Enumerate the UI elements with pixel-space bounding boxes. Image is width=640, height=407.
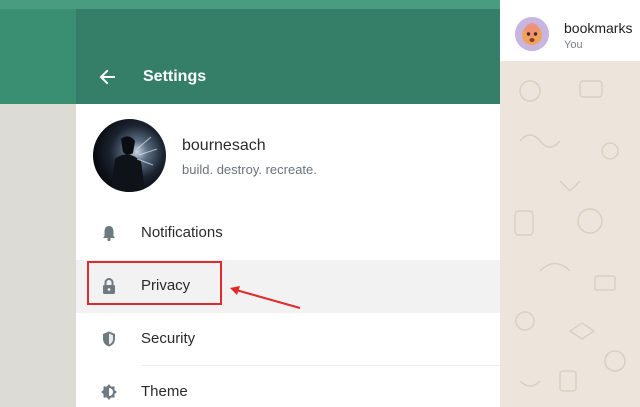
chat-subtitle: You — [564, 39, 583, 51]
bell-icon — [103, 226, 115, 242]
settings-header: Settings — [76, 9, 500, 104]
menu-item-label: Notifications — [141, 224, 223, 241]
emoji-avatar-icon — [515, 17, 549, 51]
menu-item-label: Theme — [141, 383, 188, 400]
menu-item-theme[interactable]: Theme — [76, 366, 500, 407]
chat-name: bookmarks — [564, 20, 633, 36]
profile-status: build. destroy. recreate. — [182, 162, 317, 177]
menu-item-label: Security — [141, 330, 196, 347]
menu-item-notifications[interactable]: Notifications — [76, 207, 500, 260]
back-arrow-icon[interactable] — [98, 68, 116, 86]
chat-area: bookmarks You — [500, 0, 640, 407]
profile-name: bournesach — [182, 137, 266, 154]
chat-list-item[interactable]: bookmarks You — [500, 0, 640, 61]
avatar[interactable] — [93, 119, 166, 192]
menu-item-security[interactable]: Security — [76, 313, 500, 366]
annotation-arrow-icon — [230, 286, 301, 309]
profile-section[interactable]: bournesach build. destroy. recreate. — [76, 104, 500, 207]
shield-icon — [103, 331, 115, 347]
theme-icon — [101, 384, 117, 400]
page-title: Settings — [143, 68, 207, 85]
settings-panel: Settings bournesach build. destroy. recr… — [76, 9, 500, 407]
annotation-highlight-box — [87, 261, 222, 305]
chat-wallpaper — [514, 80, 626, 392]
